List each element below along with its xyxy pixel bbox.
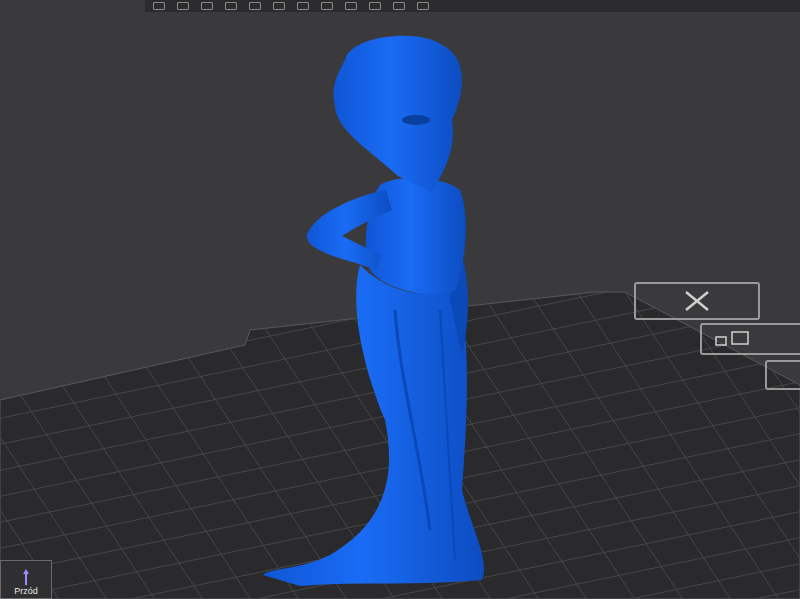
toolbar-tool-icon[interactable]	[393, 2, 405, 10]
toolbar-tool-icon[interactable]	[369, 2, 381, 10]
toolbar-tool-icon[interactable]	[177, 2, 189, 10]
toolbar-tool-icon[interactable]	[417, 2, 429, 10]
toolbar-tool-icon[interactable]	[153, 2, 165, 10]
view-cube-label: Przód	[14, 586, 38, 596]
orient-button[interactable]	[765, 360, 800, 390]
top-toolbar	[145, 0, 800, 12]
toolbar-tool-icon[interactable]	[273, 2, 285, 10]
toolbar-tool-icon[interactable]	[201, 2, 213, 10]
arrange-button[interactable]	[700, 323, 800, 355]
build-plate-scene[interactable]	[0, 0, 800, 599]
x-icon	[682, 289, 712, 313]
slicer-viewport: Przód	[0, 0, 800, 599]
toolbar-tool-icon[interactable]	[225, 2, 237, 10]
toolbar-tool-icon[interactable]	[297, 2, 309, 10]
toolbar-tool-icon[interactable]	[249, 2, 261, 10]
toolbar-tool-icon[interactable]	[321, 2, 333, 10]
figurine-model[interactable]	[263, 36, 484, 586]
arrange-icon	[714, 329, 754, 349]
delete-button[interactable]	[634, 282, 760, 320]
up-arrow-icon	[22, 568, 30, 586]
toolbar-tool-icon[interactable]	[345, 2, 357, 10]
view-cube[interactable]: Przód	[0, 560, 52, 599]
